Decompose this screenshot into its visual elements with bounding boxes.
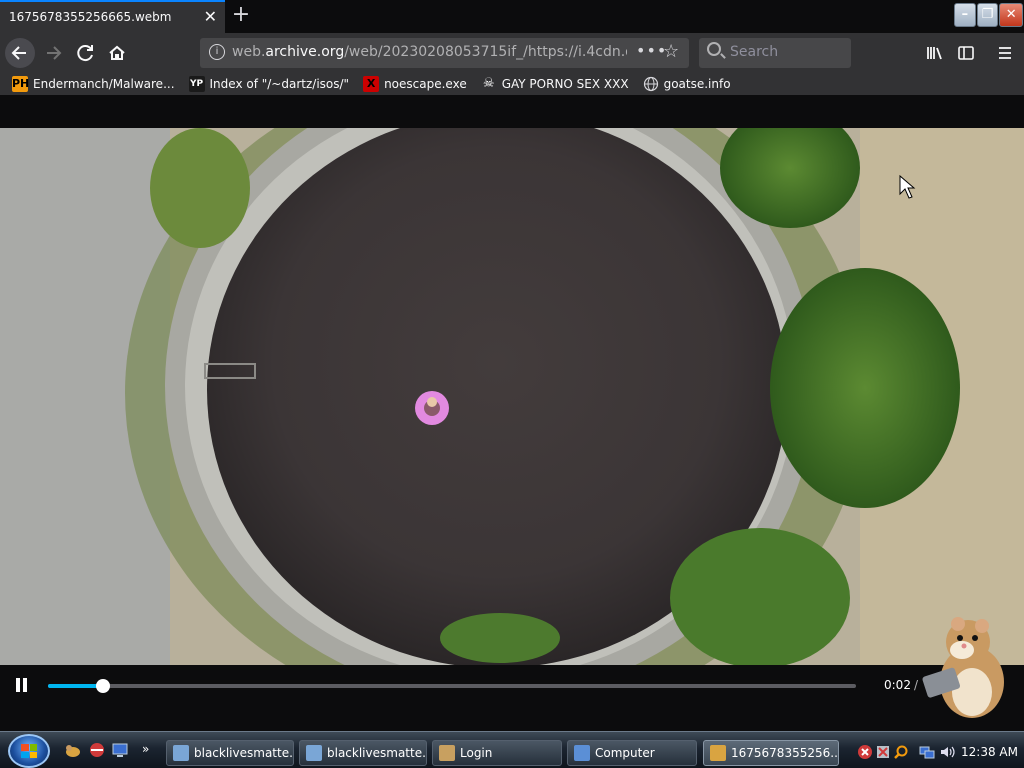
hamburger-menu-icon [999, 47, 1011, 59]
taskbar-button[interactable]: Login [432, 740, 562, 766]
search-input[interactable]: Search [699, 38, 851, 68]
home-icon [109, 45, 125, 60]
hamster-mascot-icon [920, 612, 1020, 722]
taskbar-button-active[interactable]: 1675678355256... [703, 740, 839, 766]
url-text[interactable]: web.archive.org/web/20230208053715if_/ht… [232, 44, 627, 60]
bookmark-item[interactable]: X noescape.exe [363, 76, 467, 92]
bookmark-item[interactable]: PH Endermanch/Malware... [12, 76, 175, 92]
library-icon [927, 47, 942, 60]
tray-error-icon[interactable] [857, 744, 873, 763]
bookmark-item[interactable]: goatse.info [643, 76, 731, 92]
search-icon [707, 42, 721, 56]
time-separator: / [914, 678, 919, 692]
current-time: 0:02 [884, 678, 911, 692]
skull-favicon-icon: ☠ [482, 76, 495, 91]
tray-search-icon[interactable] [893, 744, 909, 763]
tab-active[interactable]: 1675678355256665.webm ✕ [0, 0, 225, 33]
bookmark-star-icon[interactable]: ☆ [663, 41, 679, 62]
window-close-button[interactable]: ✕ [999, 3, 1023, 27]
video-frame [0, 128, 1024, 665]
system-tray: 12:38 AM [853, 740, 1024, 766]
reload-button[interactable] [72, 39, 100, 67]
quicklaunch-network-icon[interactable] [88, 741, 106, 759]
forward-arrow-icon [47, 46, 62, 60]
hamster-window-icon [710, 745, 726, 761]
new-tab-button[interactable]: + [228, 3, 254, 29]
window-controls: – ❐ ✕ [953, 3, 1023, 27]
taskbar-button[interactable]: Computer [567, 740, 697, 766]
globe-favicon-icon [643, 76, 659, 92]
seek-bar-progress [48, 684, 103, 688]
url-bar[interactable]: i web.archive.org/web/20230208053715if_/… [200, 38, 689, 68]
pornhub-favicon-icon: PH [12, 76, 30, 92]
video-controls-bar: 0:02 / [0, 665, 1024, 705]
forward-button[interactable] [40, 39, 68, 67]
quicklaunch-desktop-icon[interactable] [111, 741, 129, 759]
login-window-icon [439, 745, 455, 761]
clock[interactable]: 12:38 AM [961, 745, 1018, 759]
search-placeholder: Search [730, 44, 779, 60]
restore-button[interactable]: ❐ [976, 3, 999, 27]
seek-bar-handle[interactable] [96, 679, 110, 693]
explorer-window-icon [173, 745, 189, 761]
library-button[interactable] [920, 39, 948, 67]
tray-security-icon[interactable] [875, 744, 891, 763]
pink-float [415, 391, 449, 425]
tray-network-icon[interactable] [919, 744, 935, 763]
back-button[interactable] [5, 38, 35, 68]
x-favicon-icon: X [363, 76, 380, 92]
quicklaunch-hamster-icon[interactable] [64, 741, 82, 759]
sidebar-button[interactable] [952, 39, 980, 67]
back-arrow-icon [11, 46, 26, 60]
reload-icon [77, 45, 93, 62]
tab-title: 1675678355256665.webm [9, 10, 172, 24]
yp-favicon-icon: YP [188, 76, 205, 92]
tab-close-icon[interactable]: ✕ [204, 7, 217, 26]
taskbar-button[interactable]: blacklivesmatte... [299, 740, 427, 766]
quicklaunch-overflow-chevron[interactable]: » [142, 742, 149, 756]
bookmark-item[interactable]: YP Index of "/~dartz/isos/" [188, 76, 349, 92]
explorer-window-icon [306, 745, 322, 761]
tray-volume-icon[interactable] [939, 744, 955, 763]
start-button[interactable] [8, 734, 50, 768]
video-player[interactable] [0, 128, 1024, 665]
windows-logo-icon [21, 744, 37, 758]
site-info-icon[interactable]: i [209, 44, 225, 60]
sidebar-icon [958, 46, 974, 60]
seek-bar[interactable] [48, 684, 856, 688]
menu-button[interactable] [991, 39, 1019, 67]
bookmark-item[interactable]: ☠ GAY PORNO SEX XXX [481, 76, 629, 92]
bookmarks-toolbar: PH Endermanch/Malware... YP Index of "/~… [0, 73, 1024, 95]
pause-icon [16, 678, 20, 692]
taskbar-button[interactable]: blacklivesmatte... [166, 740, 294, 766]
home-button[interactable] [103, 39, 131, 67]
minimize-button[interactable]: – [954, 3, 976, 27]
navigation-toolbar: i web.archive.org/web/20230208053715if_/… [0, 33, 1024, 73]
computer-window-icon [574, 745, 590, 761]
pause-button[interactable] [12, 675, 32, 695]
